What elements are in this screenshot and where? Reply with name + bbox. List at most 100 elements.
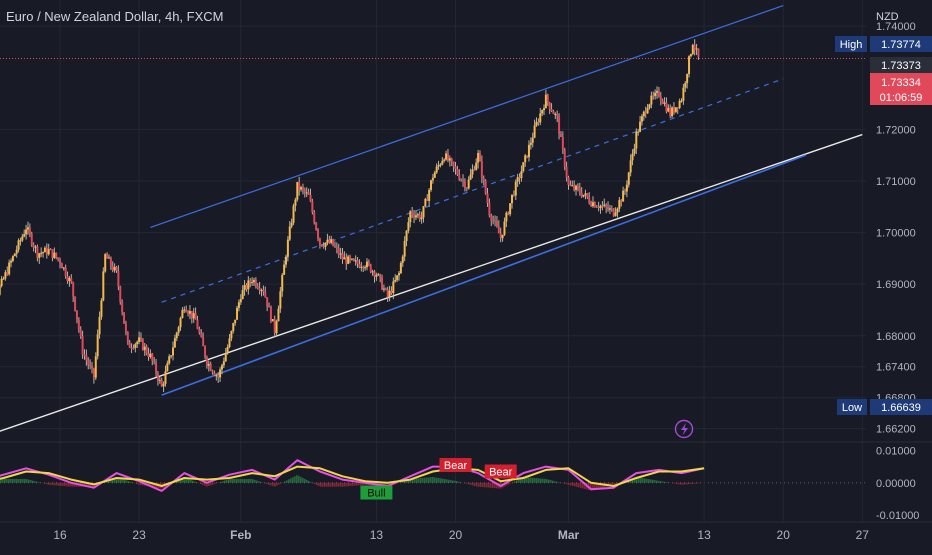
candle-body[interactable] — [188, 310, 191, 314]
candle-body[interactable] — [652, 95, 655, 97]
candle-body[interactable] — [505, 212, 508, 222]
candle-body[interactable] — [147, 353, 150, 357]
candle-body[interactable] — [200, 332, 203, 337]
candle-body[interactable] — [237, 302, 240, 308]
candle-body[interactable] — [273, 319, 276, 334]
candle-body[interactable] — [674, 107, 677, 112]
candle-body[interactable] — [665, 102, 668, 112]
candle-body[interactable] — [213, 372, 216, 376]
candle-body[interactable] — [339, 253, 342, 255]
candle-body[interactable] — [149, 353, 152, 357]
candle-body[interactable] — [317, 229, 320, 239]
candle-body[interactable] — [6, 272, 9, 275]
candle-body[interactable] — [324, 242, 327, 247]
candle-body[interactable] — [460, 179, 463, 181]
candle-body[interactable] — [36, 246, 39, 258]
candle-body[interactable] — [629, 160, 632, 173]
candle-body[interactable] — [85, 355, 88, 361]
candle-body[interactable] — [509, 203, 512, 215]
candle-body[interactable] — [124, 323, 127, 332]
candle-body[interactable] — [187, 312, 190, 314]
candle-body[interactable] — [185, 309, 188, 313]
candle-body[interactable] — [428, 189, 431, 201]
candle-body[interactable] — [546, 94, 549, 103]
candle-body[interactable] — [209, 363, 212, 371]
candle-body[interactable] — [362, 266, 365, 269]
candle-body[interactable] — [446, 153, 449, 161]
candle-body[interactable] — [426, 198, 429, 201]
candle-body[interactable] — [332, 239, 335, 246]
candle-body[interactable] — [695, 48, 698, 50]
candle-body[interactable] — [382, 288, 385, 290]
candle-body[interactable] — [431, 177, 434, 181]
candle-body[interactable] — [657, 90, 660, 97]
candle-body[interactable] — [59, 259, 61, 264]
candle-body[interactable] — [631, 153, 634, 161]
candle-body[interactable] — [495, 220, 498, 227]
candle-body[interactable] — [285, 256, 287, 265]
candle-body[interactable] — [610, 208, 613, 210]
candle-body[interactable] — [503, 221, 506, 235]
candle-body[interactable] — [245, 285, 248, 290]
candle-body[interactable] — [277, 308, 280, 322]
candle-body[interactable] — [396, 275, 399, 280]
candle-body[interactable] — [298, 181, 301, 190]
candle-body[interactable] — [364, 267, 367, 269]
candle-body[interactable] — [511, 194, 513, 204]
candle-body[interactable] — [622, 190, 625, 202]
candle-body[interactable] — [650, 95, 653, 105]
candle-body[interactable] — [204, 346, 207, 358]
candle-body[interactable] — [77, 319, 80, 330]
candle-body[interactable] — [624, 190, 626, 192]
candle-body[interactable] — [224, 353, 227, 362]
candle-body[interactable] — [599, 205, 602, 208]
candle-body[interactable] — [672, 107, 675, 112]
candle-body[interactable] — [207, 363, 210, 366]
candle-body[interactable] — [567, 177, 570, 185]
candle-body[interactable] — [463, 180, 466, 189]
candle-body[interactable] — [198, 328, 201, 333]
candle-body[interactable] — [356, 260, 359, 264]
candle-body[interactable] — [556, 113, 559, 117]
candle-body[interactable] — [654, 92, 657, 97]
candle-body[interactable] — [659, 96, 662, 101]
candle-body[interactable] — [467, 179, 470, 189]
candle-body[interactable] — [450, 158, 453, 162]
candle-body[interactable] — [283, 264, 286, 275]
candle-body[interactable] — [75, 310, 78, 320]
candle-body[interactable] — [345, 257, 348, 264]
candle-body[interactable] — [591, 202, 594, 207]
candle-body[interactable] — [492, 220, 495, 222]
candle-body[interactable] — [296, 181, 299, 200]
price-chart[interactable]: Bull Bear Bear Euro / New Zealand Dollar, … — [0, 0, 932, 550]
candle-body[interactable] — [680, 100, 683, 102]
candle-body[interactable] — [507, 212, 510, 215]
candle-body[interactable] — [196, 319, 199, 329]
candle-body[interactable] — [301, 187, 304, 190]
candle-body[interactable] — [96, 334, 99, 357]
candle-body[interactable] — [234, 319, 237, 324]
candle-body[interactable] — [384, 288, 387, 290]
candle-body[interactable] — [226, 346, 229, 354]
candle-body[interactable] — [279, 291, 282, 309]
candle-body[interactable] — [373, 271, 376, 277]
candle-body[interactable] — [595, 206, 598, 208]
candle-body[interactable] — [369, 264, 372, 273]
candle-body[interactable] — [106, 254, 109, 259]
candle-body[interactable] — [390, 290, 393, 294]
candle-body[interactable] — [164, 371, 167, 384]
candle-body[interactable] — [354, 260, 357, 262]
candle-body[interactable] — [527, 144, 530, 158]
candle-body[interactable] — [134, 344, 137, 348]
candle-body[interactable] — [100, 300, 103, 317]
candle-body[interactable] — [260, 289, 263, 291]
candle-body[interactable] — [499, 233, 502, 239]
candle-body[interactable] — [322, 245, 325, 247]
candle-body[interactable] — [115, 267, 118, 271]
candle-body[interactable] — [605, 204, 608, 208]
candle-body[interactable] — [482, 177, 485, 181]
candle-body[interactable] — [612, 208, 615, 216]
candle-body[interactable] — [403, 240, 406, 257]
candle-body[interactable] — [633, 148, 636, 154]
candle-body[interactable] — [143, 346, 146, 350]
